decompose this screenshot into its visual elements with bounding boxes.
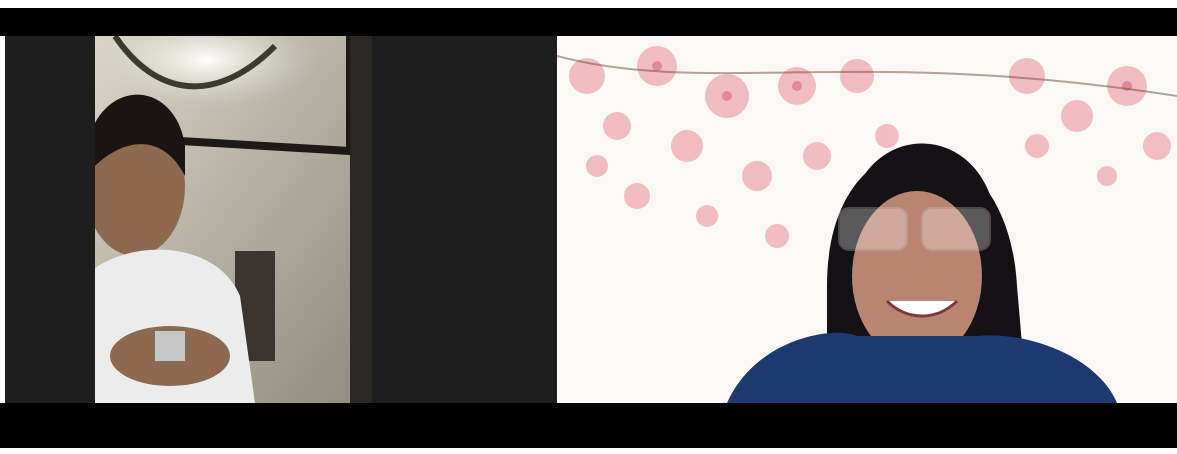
participant-video-tile-2[interactable] <box>557 36 1177 403</box>
participant-video-tile-1[interactable] <box>95 36 372 403</box>
top-letterbox-bar <box>0 8 1177 36</box>
participant-video-frame-2 <box>557 36 1177 403</box>
participant-video-frame-1 <box>95 36 372 403</box>
bottom-letterbox-bar <box>0 403 1177 448</box>
video-call-stage <box>5 36 1177 403</box>
